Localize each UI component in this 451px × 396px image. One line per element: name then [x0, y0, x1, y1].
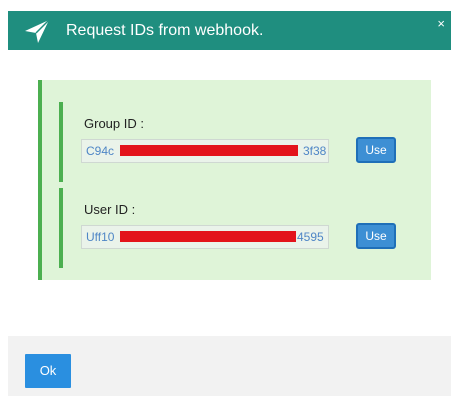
user-id-prefix: Uff10	[86, 230, 115, 244]
user-id-card: User ID : Uff10 4595 Use	[59, 188, 423, 268]
use-user-id-button[interactable]: Use	[356, 223, 396, 249]
use-group-id-button[interactable]: Use	[356, 137, 396, 163]
paper-plane-icon	[25, 19, 50, 43]
group-id-card: Group ID : C94c 3f38 Use	[59, 102, 423, 182]
dialog-header: Request IDs from webhook. ×	[8, 11, 451, 50]
group-id-suffix: 3f38	[303, 144, 327, 158]
ok-button[interactable]: Ok	[25, 354, 71, 388]
user-id-label: User ID :	[84, 202, 136, 217]
redaction-bar	[120, 231, 296, 242]
redaction-bar	[120, 145, 298, 156]
dialog-footer: Ok	[8, 336, 451, 396]
close-icon[interactable]: ×	[437, 17, 445, 31]
group-id-prefix: C94c	[86, 144, 115, 158]
user-id-field[interactable]: Uff10 4595	[81, 225, 329, 249]
group-id-label: Group ID :	[84, 116, 144, 131]
ids-panel: Group ID : C94c 3f38 Use User ID : Uff10 4…	[38, 80, 431, 280]
group-id-field[interactable]: C94c 3f38	[81, 139, 329, 163]
user-id-suffix: 4595	[297, 230, 324, 244]
dialog-title: Request IDs from webhook.	[66, 22, 264, 39]
